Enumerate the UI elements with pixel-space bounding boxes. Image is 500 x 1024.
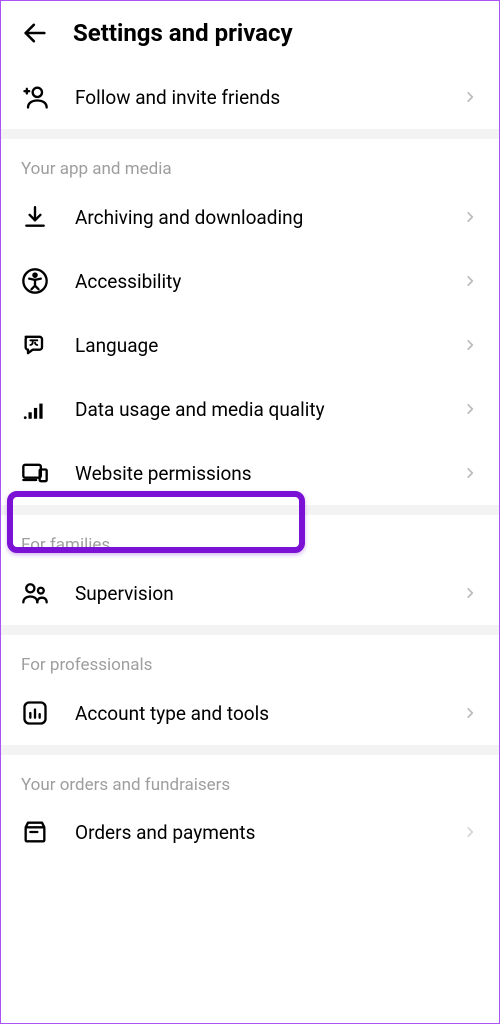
person-add-icon (21, 83, 49, 111)
row-data-usage[interactable]: Data usage and media quality (1, 377, 499, 441)
chevron-right-icon (461, 336, 479, 354)
row-language[interactable]: Language (1, 313, 499, 377)
arrow-left-icon (21, 19, 49, 47)
row-follow-invite[interactable]: Follow and invite friends (1, 65, 499, 129)
row-label: Account type and tools (75, 702, 435, 725)
chevron-right-icon (461, 823, 479, 841)
download-icon (21, 203, 49, 231)
divider (1, 745, 499, 755)
chevron-right-icon (461, 208, 479, 226)
row-label: Orders and payments (75, 821, 435, 844)
divider (1, 625, 499, 635)
back-button[interactable] (21, 19, 49, 47)
row-label: Website permissions (75, 462, 435, 485)
section-header-app-media: Your app and media (1, 139, 499, 185)
chevron-right-icon (461, 464, 479, 482)
row-label: Follow and invite friends (75, 86, 435, 109)
section-header-families: For families (1, 515, 499, 561)
row-label: Archiving and downloading (75, 206, 435, 229)
chevron-right-icon (461, 584, 479, 602)
row-label: Supervision (75, 582, 435, 605)
chart-box-icon (21, 699, 49, 727)
chevron-right-icon (461, 88, 479, 106)
chevron-right-icon (461, 272, 479, 290)
row-label: Accessibility (75, 270, 435, 293)
divider (1, 129, 499, 139)
row-accessibility[interactable]: Accessibility (1, 249, 499, 313)
signal-bars-icon (21, 395, 49, 423)
row-supervision[interactable]: Supervision (1, 561, 499, 625)
row-orders-payments[interactable]: Orders and payments (1, 801, 499, 845)
chevron-right-icon (461, 704, 479, 722)
language-icon (21, 331, 49, 359)
people-icon (21, 579, 49, 607)
chevron-right-icon (461, 400, 479, 418)
row-archiving[interactable]: Archiving and downloading (1, 185, 499, 249)
page-title: Settings and privacy (73, 19, 293, 47)
devices-icon (21, 459, 49, 487)
divider (1, 505, 499, 515)
section-header-orders: Your orders and fundraisers (1, 755, 499, 801)
row-label: Language (75, 334, 435, 357)
section-header-professionals: For professionals (1, 635, 499, 681)
accessibility-icon (21, 267, 49, 295)
header: Settings and privacy (1, 1, 499, 65)
row-website-permissions[interactable]: Website permissions (1, 441, 499, 505)
box-icon (21, 818, 49, 845)
row-label: Data usage and media quality (75, 398, 435, 421)
row-account-type[interactable]: Account type and tools (1, 681, 499, 745)
